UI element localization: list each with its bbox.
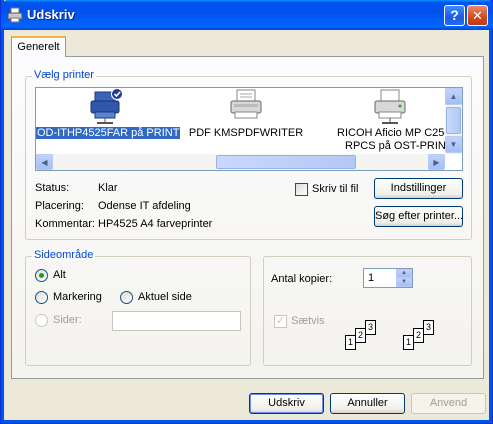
pages-radio[interactable]: [35, 314, 48, 327]
collate-page: 1: [345, 335, 356, 350]
print-to-file-label[interactable]: Skriv til fil: [312, 183, 358, 195]
collate-label: Sætvis: [291, 315, 325, 327]
select-printer-legend: Vælg printer: [32, 69, 96, 81]
copies-spinner[interactable]: 1 ▲ ▼: [363, 268, 413, 288]
location-label: Placering:: [35, 200, 84, 212]
comment-label: Kommentar:: [35, 218, 95, 230]
window-title: Udskriv: [27, 7, 75, 22]
page-range-legend: Sideområde: [32, 249, 96, 261]
all-pages-radio[interactable]: [35, 269, 48, 282]
printer-icon: [229, 88, 263, 124]
printer-list-vscrollbar[interactable]: ▲ ▼: [445, 88, 462, 154]
status-value: Klar: [98, 182, 118, 194]
scroll-right-button[interactable]: ▶: [428, 154, 445, 170]
scroll-down-button[interactable]: ▼: [445, 136, 462, 153]
spin-down-button[interactable]: ▼: [396, 278, 412, 287]
selection-radio[interactable]: [35, 291, 48, 304]
copies-value: 1: [368, 272, 375, 284]
location-value: Odense IT afdeling: [98, 200, 191, 212]
comment-value: HP4525 A4 farveprinter: [98, 218, 213, 230]
tab-general[interactable]: Generelt: [11, 36, 66, 57]
collate-page: 1: [403, 335, 414, 350]
collate-page: 3: [365, 320, 376, 335]
print-to-file-checkbox[interactable]: [295, 183, 308, 196]
pages-label: Sider:: [53, 314, 82, 326]
collate-illustration: 3 2 1 3 2 1: [339, 318, 439, 358]
printer-item[interactable]: OD-ITHP4525FAR på PRINT: [36, 88, 181, 140]
find-printer-button[interactable]: Søg efter printer...: [374, 206, 463, 227]
printer-item[interactable]: PDF KMSPDFWRITER: [181, 88, 311, 140]
apply-button[interactable]: Anvend: [411, 393, 486, 414]
printer-list-hscrollbar[interactable]: ◀ ▶: [36, 154, 445, 170]
help-button[interactable]: ?: [444, 5, 465, 26]
scroll-left-button[interactable]: ◀: [36, 154, 53, 170]
status-label: Status:: [35, 182, 70, 194]
collate-checkbox[interactable]: ✓: [274, 315, 287, 328]
collate-page: 2: [355, 328, 366, 343]
copies-label: Antal kopier:: [271, 273, 333, 285]
printer-name: RICOH Aficio MP C2500: [337, 127, 449, 139]
printer-item[interactable]: RICOH Aficio MP C2500 RPCS på OST-PRINT: [331, 88, 449, 153]
printer-port: RPCS på OST-PRINT: [345, 140, 449, 152]
printer-icon: [7, 7, 23, 23]
current-page-radio[interactable]: [120, 291, 133, 304]
all-pages-label[interactable]: Alt: [53, 269, 66, 281]
network-printer-icon: [373, 88, 407, 124]
scroll-thumb[interactable]: [216, 155, 356, 169]
print-dialog: Udskriv ? ✕ Generelt Vælg printer OD-ITH…: [0, 0, 493, 424]
spin-up-button[interactable]: ▲: [396, 269, 412, 278]
printer-name: OD-ITHP4525FAR på PRINT: [36, 127, 181, 139]
close-button[interactable]: ✕: [467, 5, 488, 26]
current-page-label[interactable]: Aktuel side: [138, 291, 192, 303]
scroll-up-button[interactable]: ▲: [445, 88, 462, 105]
title-bar[interactable]: Udskriv ? ✕: [1, 0, 493, 30]
cancel-button[interactable]: Annuller: [330, 393, 405, 414]
print-button[interactable]: Udskriv: [249, 393, 324, 414]
network-printer-icon: [89, 88, 123, 124]
collate-page: 3: [423, 320, 434, 335]
selection-label[interactable]: Markering: [53, 291, 102, 303]
preferences-button[interactable]: Indstillinger: [374, 178, 463, 199]
printer-name: PDF KMSPDFWRITER: [188, 127, 304, 139]
pages-input[interactable]: [112, 311, 241, 331]
collate-page: 2: [413, 328, 424, 343]
scroll-thumb[interactable]: [446, 107, 461, 134]
